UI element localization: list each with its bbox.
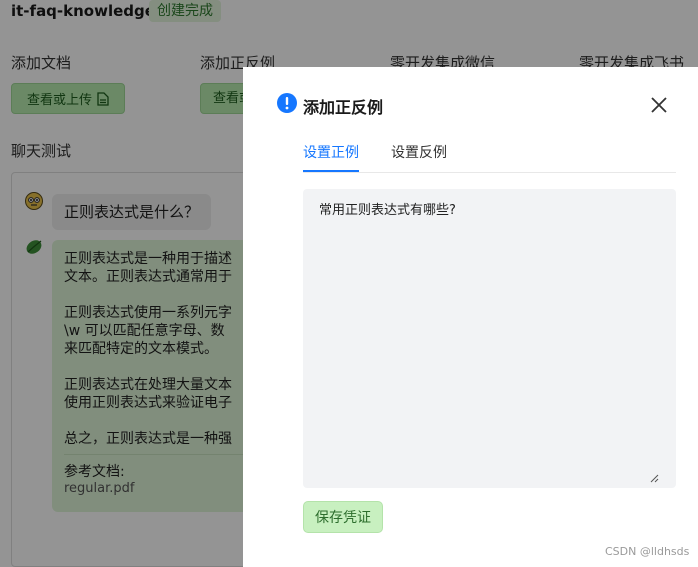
add-examples-drawer: 添加正反例 设置正例 设置反例 常用正则表达式有哪些? 保存凭证 CSDN @l… <box>243 67 698 567</box>
example-textarea[interactable]: 常用正则表达式有哪些? <box>303 189 676 488</box>
tab-positive-example[interactable]: 设置正例 <box>303 142 359 162</box>
drawer-title: 添加正反例 <box>303 98 384 117</box>
example-tabs: 设置正例 设置反例 <box>303 139 676 173</box>
close-icon[interactable] <box>649 95 669 115</box>
resize-grip-icon[interactable] <box>649 473 659 483</box>
active-tab-indicator <box>303 170 359 172</box>
info-circle-icon <box>277 93 297 113</box>
tab-negative-example[interactable]: 设置反例 <box>391 142 447 162</box>
watermark: CSDN @lldhsds <box>605 545 690 558</box>
save-credential-button[interactable]: 保存凭证 <box>303 501 383 533</box>
